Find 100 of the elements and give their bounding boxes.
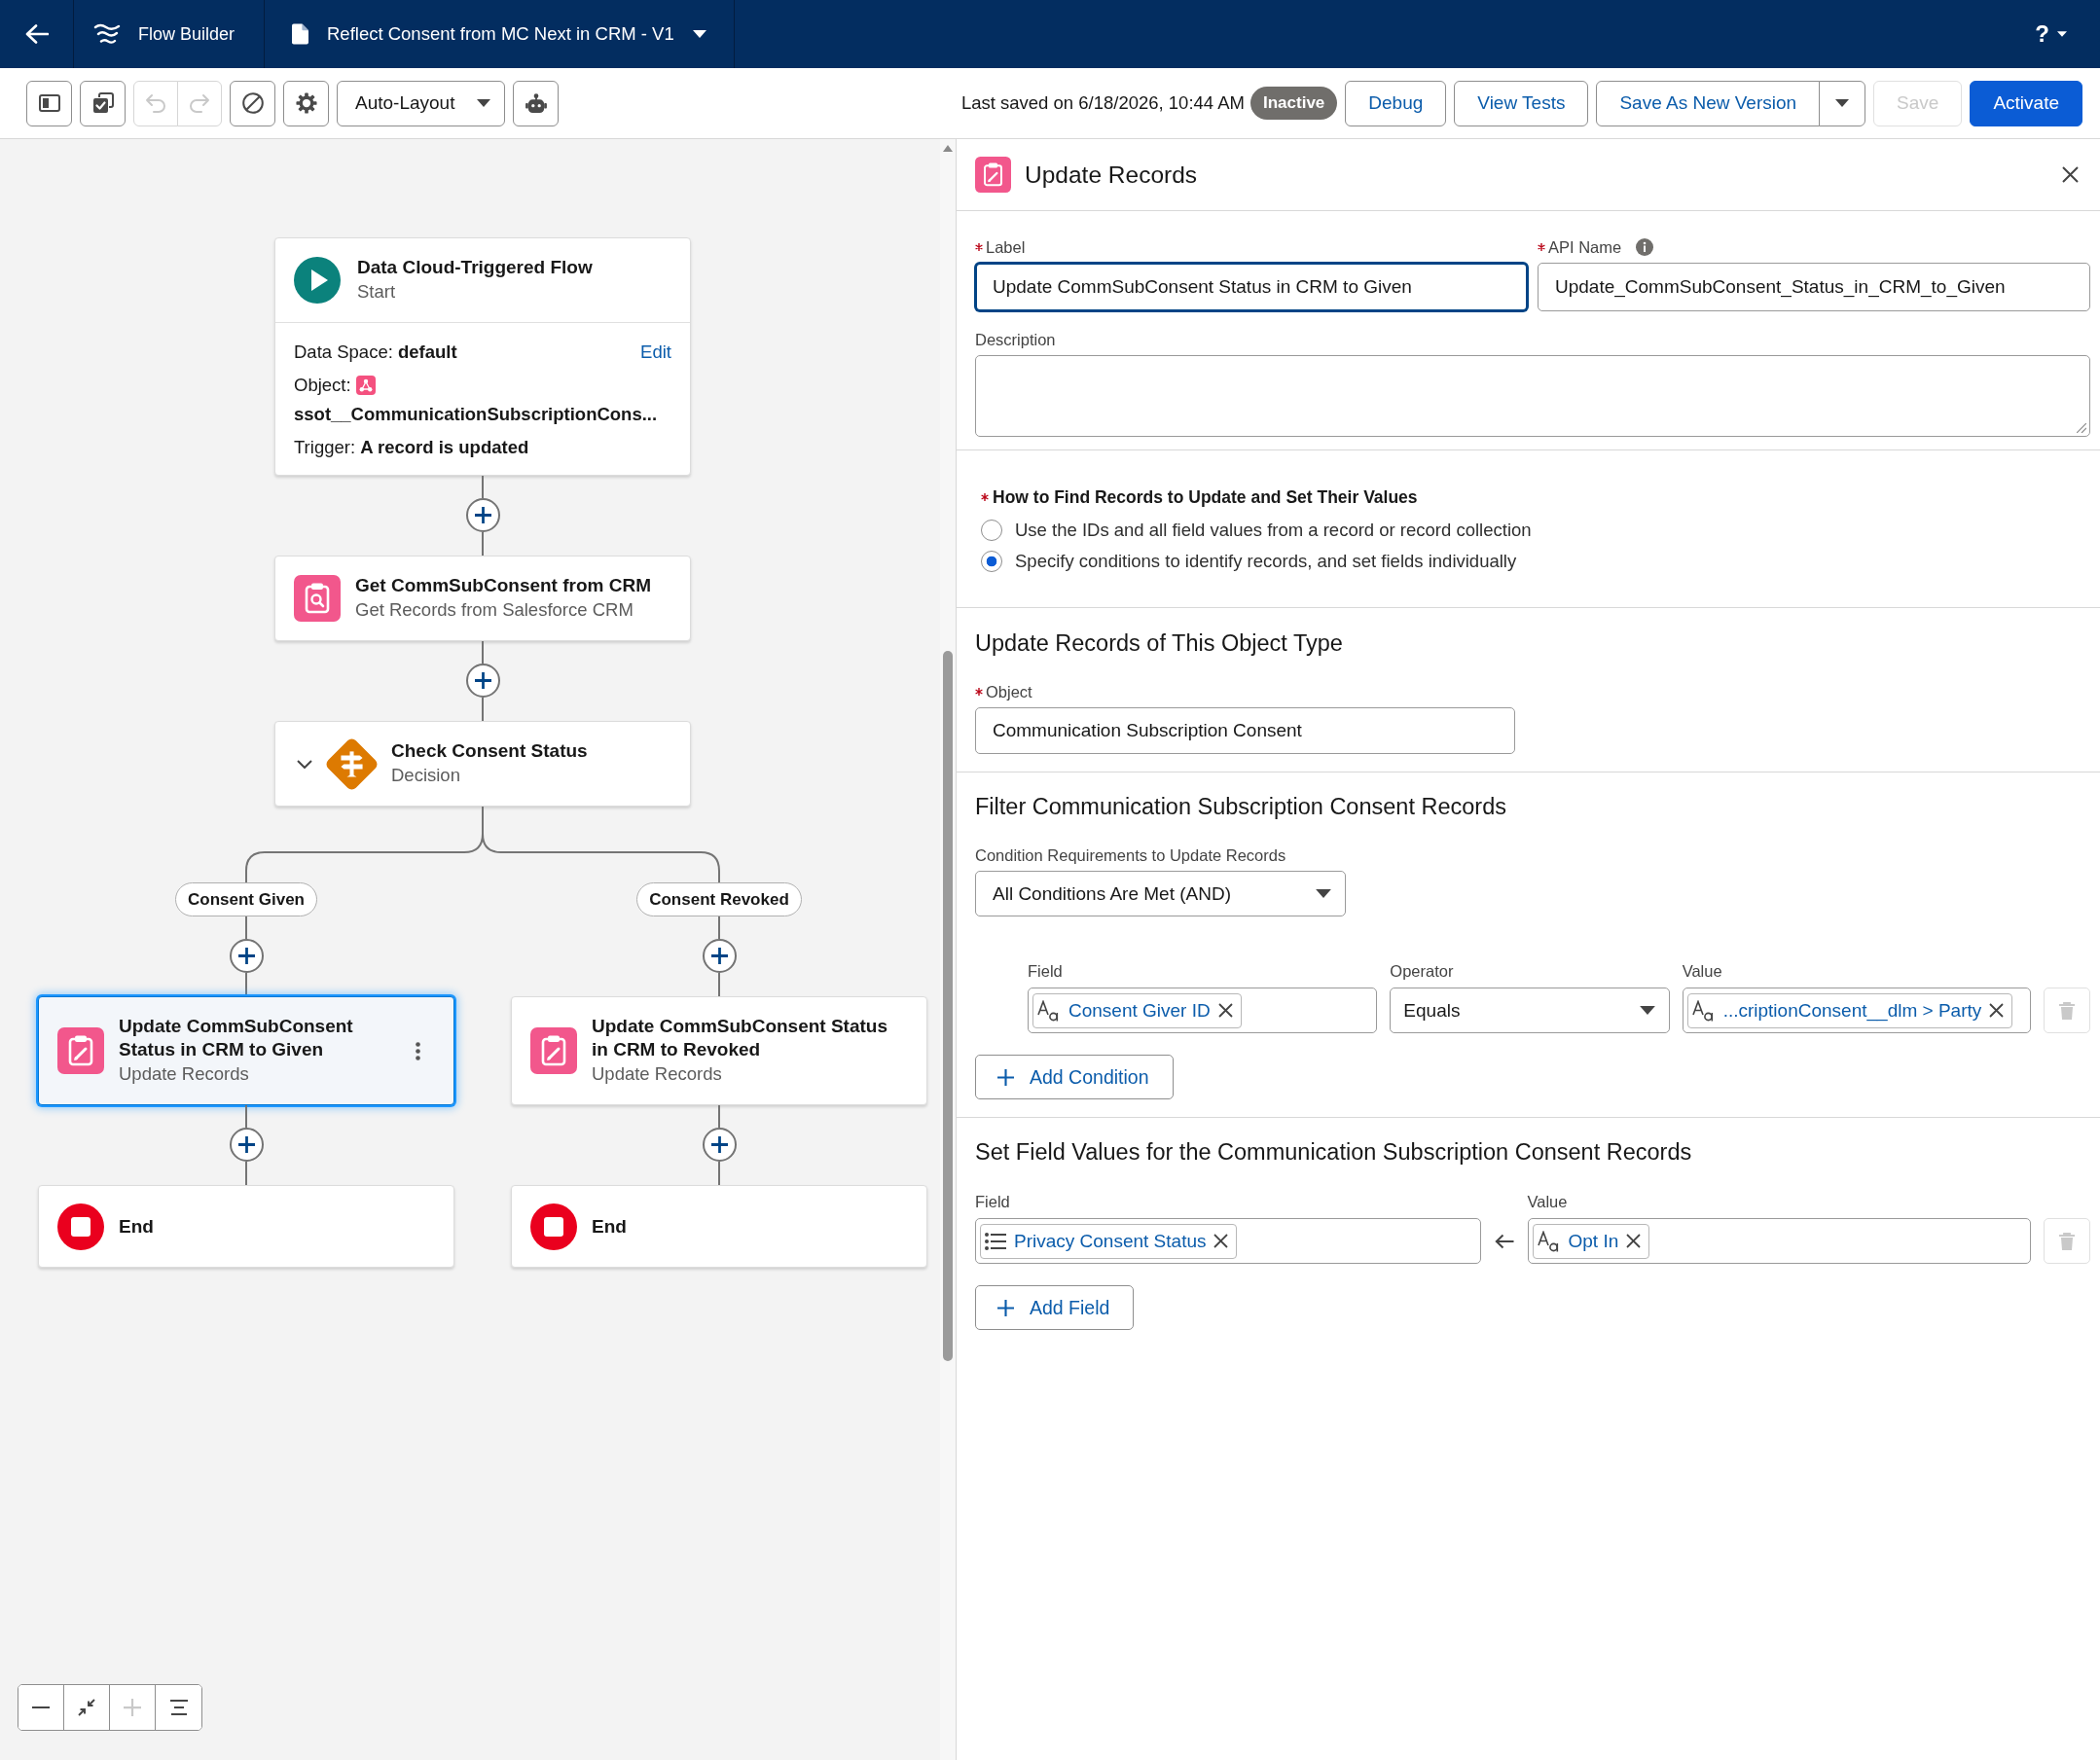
object-icon bbox=[355, 376, 376, 395]
scroll-up-arrow-icon[interactable] bbox=[943, 145, 953, 152]
scrollbar-thumb[interactable] bbox=[943, 651, 953, 1361]
remove-icon bbox=[1213, 1234, 1229, 1248]
node-title: End bbox=[592, 1214, 627, 1239]
last-saved-text: Last saved on 6/18/2026, 10:44 AM bbox=[960, 92, 1245, 114]
condition-logic-select[interactable]: All Conditions Are Met (AND) bbox=[975, 871, 1346, 916]
value-input[interactable]: ...criptionConsent__dlm > Party bbox=[1682, 988, 2031, 1033]
node-type: Start bbox=[357, 280, 396, 304]
field-label: Description bbox=[975, 330, 1056, 349]
label-input[interactable]: Update CommSubConsent Status in CRM to Given bbox=[975, 263, 1528, 311]
caret-down-icon bbox=[1639, 1006, 1655, 1015]
more-actions-icon[interactable] bbox=[416, 1041, 420, 1060]
caret-down-icon bbox=[477, 99, 490, 107]
connector-line bbox=[482, 532, 484, 556]
column-label: Field bbox=[975, 1192, 1010, 1211]
edit-link[interactable]: Edit bbox=[640, 341, 671, 363]
close-icon bbox=[2062, 166, 2079, 183]
split-dropdown-button[interactable] bbox=[1819, 80, 1866, 126]
robot-icon bbox=[525, 93, 547, 113]
radio-label[interactable]: Specify conditions to identify records, and set fields individually bbox=[1015, 551, 1517, 572]
flow-node-card[interactable]: Get CommSubConsent from CRM Get Records from Salesforce CRM bbox=[274, 556, 691, 641]
text-type-icon bbox=[1537, 1230, 1561, 1252]
description-textarea[interactable] bbox=[975, 355, 2090, 437]
node-title: Get CommSubConsent from CRM bbox=[355, 574, 651, 597]
detail-text: Data Space: default bbox=[294, 341, 457, 363]
column-label: Value bbox=[1527, 1192, 1568, 1211]
add-step-button[interactable] bbox=[465, 664, 500, 698]
node-title: Update CommSubConsent Status in CRM to Given bbox=[119, 1015, 354, 1061]
caret-down-icon bbox=[2057, 31, 2067, 37]
flow-node-card[interactable]: Check Consent Status Decision bbox=[274, 721, 691, 807]
zoom-out-button[interactable] bbox=[18, 1685, 64, 1730]
plus-icon bbox=[710, 948, 728, 964]
list-icon bbox=[985, 1232, 1006, 1250]
flow-node-card[interactable]: Update CommSubConsent Status in CRM to Given Update Records bbox=[38, 996, 454, 1105]
plus-icon bbox=[237, 1136, 255, 1153]
node-type: Update Records bbox=[592, 1062, 722, 1086]
plus-icon bbox=[997, 1299, 1014, 1316]
field-label: Object bbox=[986, 682, 1032, 701]
branch-label[interactable]: Consent Given bbox=[175, 882, 317, 916]
check-button[interactable] bbox=[80, 80, 126, 126]
flow-title-menu[interactable]: Reflect Consent from MC Next in CRM - V1 bbox=[265, 0, 734, 68]
operator-select[interactable]: Equals bbox=[1390, 988, 1670, 1033]
api-name-input[interactable]: Update_CommSubConsent_Status_in_CRM_to_Given bbox=[1538, 263, 2090, 311]
plus-icon bbox=[474, 672, 491, 689]
remove-icon bbox=[1217, 1003, 1233, 1018]
branch-label[interactable]: Consent Revoked bbox=[636, 882, 802, 916]
trash-icon bbox=[2059, 1232, 2075, 1250]
resource-pill[interactable]: Consent Giver ID bbox=[1032, 992, 1242, 1028]
flow-node-card[interactable]: End bbox=[38, 1185, 454, 1268]
add-step-button[interactable] bbox=[702, 939, 737, 973]
add-step-button[interactable] bbox=[229, 1128, 264, 1162]
undo-icon bbox=[145, 93, 166, 113]
panel-title: Update Records bbox=[1025, 161, 1198, 189]
resource-pill[interactable]: Privacy Consent Status bbox=[980, 1223, 1238, 1259]
column-label: Field bbox=[1028, 961, 1063, 981]
robot-button[interactable] bbox=[513, 80, 559, 126]
settings-button[interactable] bbox=[283, 80, 329, 126]
debug-button[interactable]: Debug bbox=[1345, 80, 1447, 126]
field-input[interactable]: Consent Giver ID bbox=[1028, 988, 1378, 1033]
toggle-panel-button[interactable] bbox=[26, 80, 72, 126]
caret-down-icon bbox=[1835, 99, 1850, 107]
value-input[interactable]: Opt In bbox=[1527, 1218, 2031, 1264]
remove-icon bbox=[1989, 1003, 2005, 1018]
plus-icon bbox=[124, 1699, 141, 1716]
resize-handle-icon bbox=[2077, 423, 2086, 433]
flow-node-card[interactable]: Update CommSubConsent Status in CRM to Revoked Update Records bbox=[511, 996, 927, 1105]
play-icon bbox=[294, 257, 341, 304]
add-condition-button[interactable]: Add Condition bbox=[975, 1055, 1174, 1099]
connector-line bbox=[245, 973, 247, 996]
gear-icon bbox=[295, 92, 317, 114]
resource-pill[interactable]: Opt In bbox=[1532, 1223, 1650, 1259]
resource-pill[interactable]: ...criptionConsent__dlm > Party bbox=[1686, 992, 2013, 1028]
plus-icon bbox=[710, 1136, 728, 1153]
radio-button[interactable] bbox=[981, 551, 1002, 572]
flow-node-card[interactable]: End bbox=[511, 1185, 927, 1268]
add-step-button[interactable] bbox=[229, 939, 264, 973]
field-input[interactable]: Privacy Consent Status bbox=[975, 1218, 1481, 1264]
plus-icon bbox=[474, 507, 491, 523]
start-node-card[interactable]: Data Cloud-Triggered Flow Start Data Space: default Edit Object: ssot__CommunicationSubscriptionCons... Trigger: A record is updated bbox=[274, 237, 691, 476]
node-title: Data Cloud-Triggered Flow bbox=[357, 256, 593, 279]
prohibit-button[interactable] bbox=[230, 80, 275, 126]
help-menu[interactable]: ? bbox=[2031, 17, 2071, 52]
clipboard-pencil-icon bbox=[57, 1027, 104, 1074]
connector-line bbox=[482, 641, 484, 664]
layout-menu[interactable]: Auto-Layout bbox=[337, 80, 505, 126]
add-field-button[interactable]: Add Field bbox=[975, 1285, 1135, 1330]
view-tests-button[interactable]: View Tests bbox=[1454, 80, 1589, 126]
chevron-down-icon[interactable] bbox=[297, 759, 312, 769]
add-step-button[interactable] bbox=[702, 1128, 737, 1162]
object-input[interactable]: Communication Subscription Consent bbox=[975, 707, 1515, 754]
radio-button[interactable] bbox=[981, 520, 1002, 541]
field-label: Condition Requirements to Update Records bbox=[975, 845, 1286, 865]
stop-icon bbox=[530, 1203, 577, 1250]
info-icon[interactable] bbox=[1636, 238, 1654, 256]
add-step-button[interactable] bbox=[465, 498, 500, 532]
save-as-new-version-button[interactable]: Save As New Version bbox=[1596, 80, 1821, 126]
radio-label[interactable]: Use the IDs and all field values from a record or record collection bbox=[1015, 520, 1532, 541]
activate-button[interactable]: Activate bbox=[1970, 80, 2082, 126]
clipboard-search-icon bbox=[294, 575, 341, 622]
